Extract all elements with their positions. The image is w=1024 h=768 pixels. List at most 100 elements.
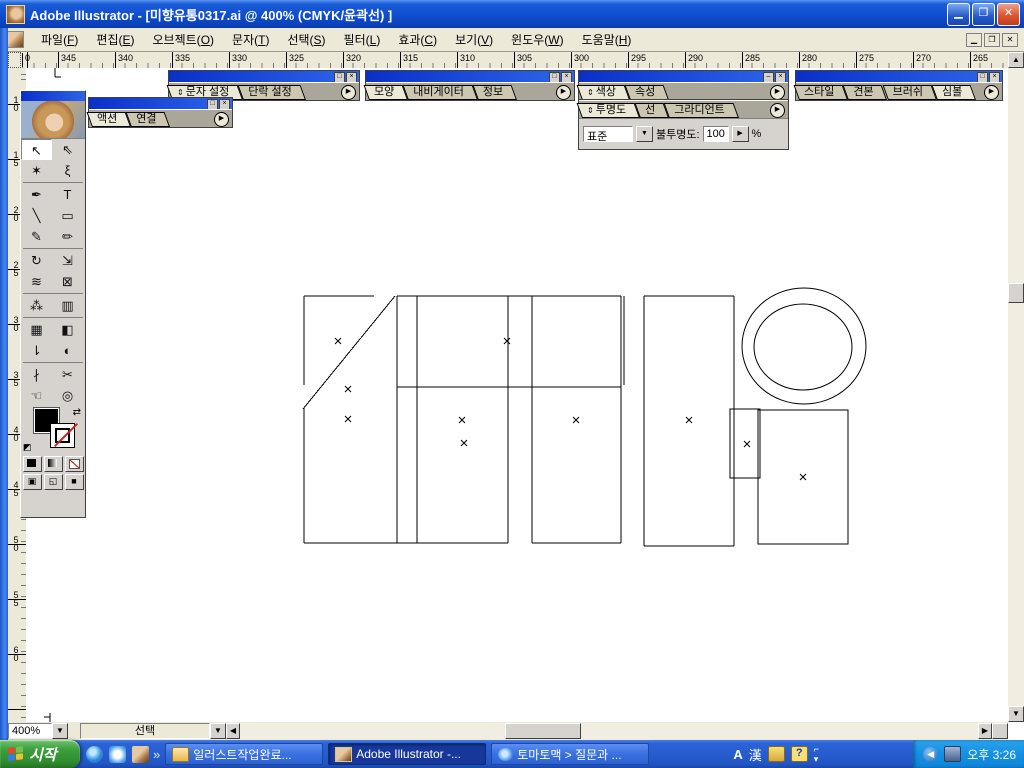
menu-item-w[interactable]: 윈도우(W) (502, 29, 572, 50)
palette-menu-button[interactable]: ▶ (341, 85, 356, 100)
lasso-tool-icon[interactable]: ξ (52, 160, 83, 181)
menu-item-o[interactable]: 오브젝트(O) (144, 29, 224, 50)
free-transform-tool-icon[interactable]: ⊠ (52, 271, 83, 292)
paintbrush-tool-icon[interactable]: ✎ (21, 226, 52, 247)
mesh-tool-icon[interactable]: ▦ (21, 319, 52, 340)
zoom-level-field[interactable]: 400% (8, 723, 52, 739)
rectangle-tool-icon[interactable]: ▭ (52, 205, 83, 226)
standard-screen-mode-button[interactable]: ▣ (23, 474, 42, 490)
fullscreen-mode-button[interactable]: ■ (65, 474, 84, 490)
palette-tab[interactable]: 정보 (478, 85, 517, 100)
ime-pad-icon[interactable] (768, 746, 785, 762)
direct-selection-tool-icon[interactable]: ⇖ (52, 139, 83, 160)
taskbar-task-internet-explorer[interactable]: 토마토맥 > 질문과 ... (491, 743, 649, 765)
palette-titlebar[interactable]: □ × (366, 71, 574, 82)
swap-fill-stroke-icon[interactable]: ⇄ (73, 407, 81, 418)
opacity-slider-icon[interactable]: ▶ (732, 126, 749, 142)
menu-item-f[interactable]: 파일(F) (32, 29, 87, 50)
internet-globe-icon[interactable] (86, 746, 103, 763)
color-button[interactable] (23, 456, 42, 472)
line-segment-tool-icon[interactable]: ╲ (21, 205, 52, 226)
scissors-tool-icon[interactable]: ✂ (52, 364, 83, 385)
artboard-canvas[interactable] (26, 68, 1008, 722)
toolbox-titlebar[interactable] (21, 91, 85, 101)
fullscreen-menu-mode-button[interactable]: ◱ (44, 474, 63, 490)
collapse-arrows-icon[interactable]: ⇕ (177, 88, 184, 97)
palette-tab[interactable]: 심볼 (937, 85, 976, 100)
display-settings-icon[interactable] (944, 746, 961, 762)
vertical-scrollbar[interactable]: ▲ ▼ (1008, 52, 1024, 722)
menu-item-s[interactable]: 선택(S) (278, 29, 334, 50)
menu-item-t[interactable]: 문자(T) (223, 29, 278, 50)
taskbar-task-folder[interactable]: 일러스트작업완료... (165, 743, 323, 765)
palette-tab[interactable]: 연결 (131, 112, 170, 127)
gradient-button[interactable] (44, 456, 63, 472)
start-button[interactable]: 시작 (0, 740, 80, 768)
zoom-tool-icon[interactable]: ◎ (52, 385, 83, 406)
selection-tool-icon[interactable]: ↖ (21, 139, 52, 160)
rotate-tool-icon[interactable]: ↻ (21, 250, 52, 271)
palette-tab[interactable]: 액션 (92, 112, 131, 127)
palette-tab[interactable]: 스타일 (799, 85, 848, 100)
hand-tool-icon[interactable]: ☜ (21, 385, 52, 406)
magic-wand-tool-icon[interactable]: ✶ (21, 160, 52, 181)
status-dropdown-icon[interactable]: ▼ (210, 723, 226, 739)
eyedropper-tool-icon[interactable]: ⇂ (21, 340, 52, 361)
blend-tool-icon[interactable]: ◐ (52, 340, 83, 361)
image-viewer-icon[interactable] (132, 746, 149, 763)
palette-tab[interactable]: 브러쉬 (888, 85, 937, 100)
collapse-arrows-icon[interactable]: ⇕ (587, 106, 594, 115)
palette-titlebar[interactable]: □ × (169, 71, 359, 82)
ime-hanja-icon[interactable]: 漢 (749, 745, 762, 764)
scroll-left-icon[interactable]: ◀ (226, 723, 240, 739)
scale-tool-icon[interactable]: ⇲ (52, 250, 83, 271)
palette-tab[interactable]: 속성 (630, 85, 669, 100)
default-fill-stroke-icon[interactable]: ◩ (23, 442, 32, 453)
ime-latin-icon[interactable]: A (733, 747, 742, 762)
blend-mode-dropdown-icon[interactable]: ▼ (636, 126, 653, 142)
scroll-right-icon[interactable]: ▶ (978, 723, 992, 739)
horizontal-scrollbar[interactable] (240, 723, 978, 739)
graph-tool-icon[interactable]: ▥ (52, 295, 83, 316)
menu-item-v[interactable]: 보기(V) (446, 29, 502, 50)
ruler-origin-box[interactable] (8, 52, 21, 68)
maximize-button[interactable]: ❐ (972, 3, 995, 26)
quick-launch-chevron[interactable]: » (153, 747, 160, 762)
palette-tab[interactable]: 모양 (369, 85, 408, 100)
collapse-arrows-icon[interactable]: ⇕ (587, 88, 594, 97)
mdi-minimize-button[interactable]: ▁ (966, 33, 982, 47)
palette-tab[interactable]: 내비게이터 (408, 85, 478, 100)
scroll-up-icon[interactable]: ▲ (1008, 52, 1024, 68)
palette-menu-button[interactable]: ▶ (214, 112, 229, 127)
close-button[interactable]: ✕ (997, 3, 1020, 26)
palette-titlebar[interactable]: □ × (89, 98, 232, 109)
taskbar-task-illustrator[interactable]: Adobe Illustrator -... (328, 743, 486, 765)
status-field[interactable]: 선택 (80, 723, 210, 739)
palette-menu-button[interactable]: ▶ (556, 85, 571, 100)
language-bar-options-icon[interactable]: ⌐▾ (814, 744, 819, 765)
menu-item-l[interactable]: 필터(L) (335, 29, 390, 50)
zoom-dropdown-icon[interactable]: ▼ (52, 723, 68, 739)
type-tool-icon[interactable]: T (52, 184, 83, 205)
palette-tab[interactable]: 단락 설정 (243, 85, 306, 100)
gradient-tool-icon[interactable]: ◧ (52, 319, 83, 340)
mdi-close-button[interactable]: ✕ (1002, 33, 1018, 47)
horizontal-scroll-thumb[interactable] (505, 723, 581, 739)
ie-launcher-icon[interactable] (109, 746, 126, 763)
opacity-input[interactable]: 100 (703, 126, 729, 142)
symbol-sprayer-tool-icon[interactable]: ⁂ (21, 295, 52, 316)
palette-menu-button[interactable]: ▶ (770, 85, 785, 100)
menu-item-h[interactable]: 도움말(H) (573, 29, 641, 50)
palette-titlebar[interactable]: □ × (796, 71, 1002, 82)
palette-tab[interactable]: ⇕투명도 (582, 103, 640, 118)
blend-mode-select[interactable]: 표준 (583, 126, 633, 142)
palette-titlebar[interactable]: – × (579, 71, 788, 82)
hide-icons-chevron-icon[interactable]: ◀ (923, 747, 938, 762)
minimize-button[interactable]: ▁ (947, 3, 970, 26)
pencil-tool-icon[interactable]: ✏ (52, 226, 83, 247)
pen-tool-icon[interactable]: ✒ (21, 184, 52, 205)
palette-tab[interactable]: 견본 (848, 85, 887, 100)
menu-item-c[interactable]: 효과(C) (389, 29, 446, 50)
palette-tab[interactable]: ⇕색상 (582, 85, 630, 100)
ime-help-icon[interactable]: ? (791, 746, 808, 762)
